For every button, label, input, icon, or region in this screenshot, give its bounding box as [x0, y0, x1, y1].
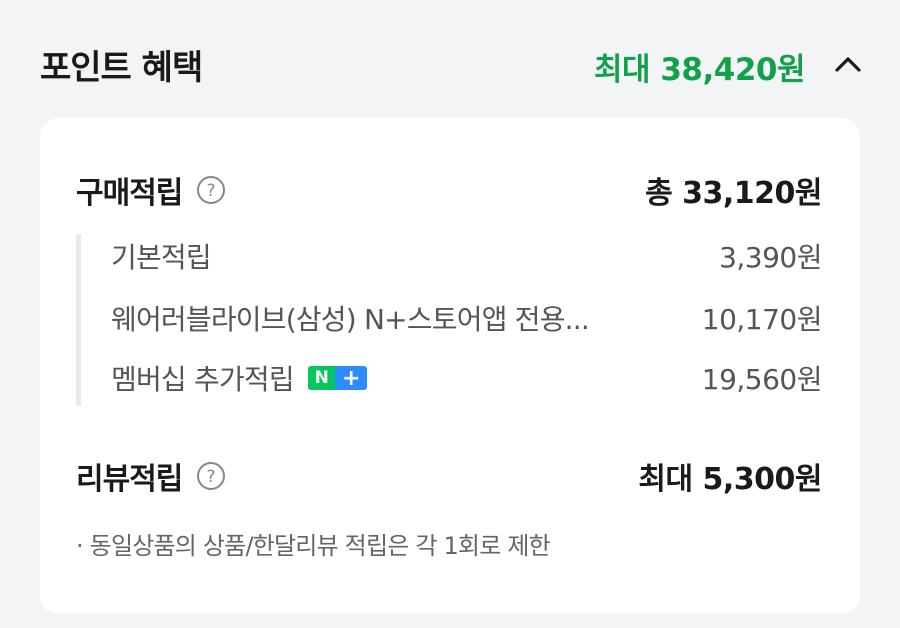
- nplus-badge-n: N: [307, 366, 335, 390]
- svg-text:?: ?: [207, 467, 216, 487]
- breakdown-value: 10,170원: [701, 303, 823, 336]
- nplus-badge: N +: [307, 366, 367, 390]
- help-icon[interactable]: ?: [196, 175, 226, 205]
- breakdown-label: 멤버십 추가적립: [111, 363, 295, 396]
- chevron-up-icon[interactable]: [834, 50, 862, 78]
- points-header[interactable]: 포인트 혜택 최대 38,420원: [0, 0, 900, 118]
- review-points-total: 최대 5,300원: [638, 462, 822, 497]
- breakdown-row-basic: 기본적립 3,390원: [111, 236, 822, 276]
- breakdown-row-membership: 멤버십 추가적립 N + 19,560원: [111, 358, 823, 398]
- nplus-badge-plus: +: [334, 366, 367, 390]
- breakdown-label: 웨어러블라이브(삼성) N+스토어앱 전용...: [111, 303, 590, 336]
- breakdown-row-store: 웨어러블라이브(삼성) N+스토어앱 전용... 10,170원: [111, 298, 823, 338]
- breakdown-label: 기본적립: [111, 241, 212, 274]
- purchase-points-label: 구매적립: [76, 176, 183, 211]
- help-icon[interactable]: ?: [196, 461, 226, 491]
- points-card: 구매적립 ? 총 33,120원 기본적립 3,390원 웨어러블라이브(삼성)…: [40, 118, 860, 614]
- max-points-value: 최대 38,420원: [594, 52, 805, 88]
- svg-text:?: ?: [207, 181, 216, 201]
- review-note: · 동일상품의 상품/한달리뷰 적립은 각 1회로 제한: [76, 532, 551, 560]
- review-points-row: 리뷰적립 ? 최대 5,300원: [76, 454, 822, 498]
- purchase-points-total: 총 33,120원: [645, 176, 822, 211]
- breakdown-value: 3,390원: [719, 241, 822, 274]
- review-points-label: 리뷰적립: [76, 462, 183, 497]
- section-title: 포인트 혜택: [40, 48, 203, 88]
- purchase-points-row: 구매적립 ? 총 33,120원: [76, 168, 822, 212]
- purchase-breakdown: 기본적립 3,390원 웨어러블라이브(삼성) N+스토어앱 전용... 10,…: [76, 234, 823, 406]
- breakdown-value: 19,560원: [701, 363, 823, 396]
